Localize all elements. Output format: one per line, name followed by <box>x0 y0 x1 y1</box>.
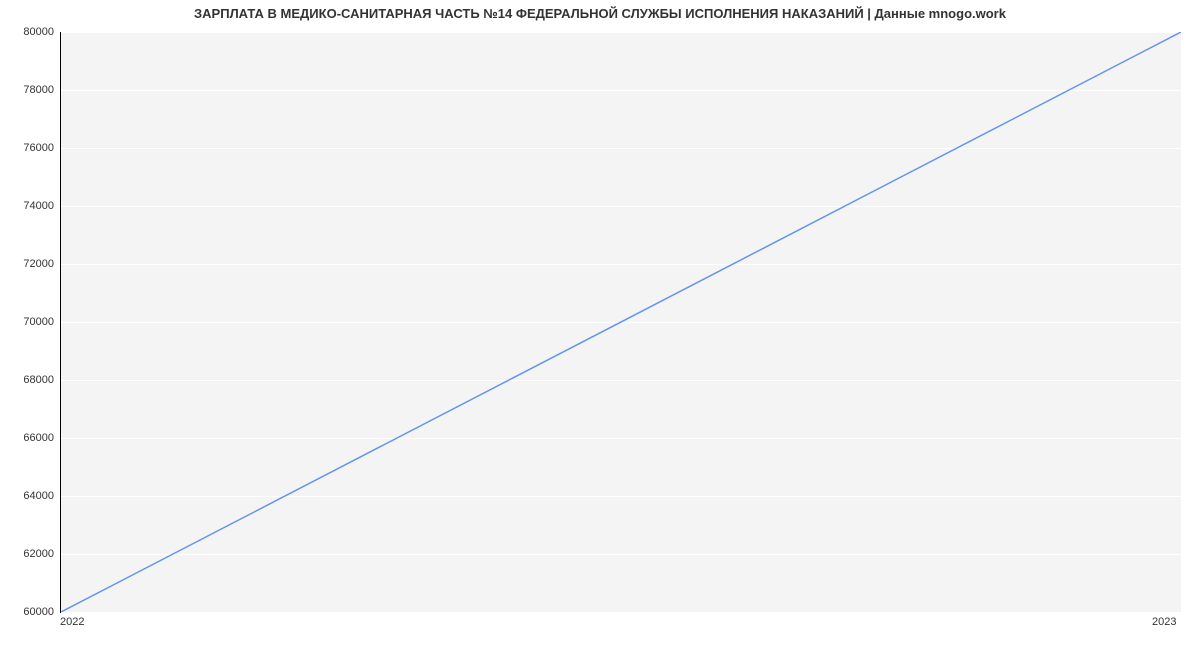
ytick-label: 76000 <box>4 142 54 154</box>
gridline <box>61 32 1181 33</box>
xtick-label: 2022 <box>60 616 84 628</box>
gridline <box>61 206 1181 207</box>
gridline <box>61 496 1181 497</box>
gridline <box>61 380 1181 381</box>
ytick-label: 64000 <box>4 490 54 502</box>
gridline <box>61 438 1181 439</box>
ytick-label: 70000 <box>4 316 54 328</box>
ytick-label: 60000 <box>4 606 54 618</box>
ytick-label: 80000 <box>4 26 54 38</box>
ytick-label: 68000 <box>4 374 54 386</box>
plot-area <box>60 32 1181 613</box>
chart-container: ЗАРПЛАТА В МЕДИКО-САНИТАРНАЯ ЧАСТЬ №14 Ф… <box>0 0 1200 650</box>
gridline <box>61 612 1181 613</box>
gridline <box>61 554 1181 555</box>
gridline <box>61 264 1181 265</box>
ytick-label: 74000 <box>4 200 54 212</box>
chart-title: ЗАРПЛАТА В МЕДИКО-САНИТАРНАЯ ЧАСТЬ №14 Ф… <box>0 6 1200 21</box>
ytick-label: 72000 <box>4 258 54 270</box>
xtick-label: 2023 <box>1152 616 1176 628</box>
gridline <box>61 90 1181 91</box>
gridline <box>61 322 1181 323</box>
ytick-label: 62000 <box>4 548 54 560</box>
gridline <box>61 148 1181 149</box>
ytick-label: 78000 <box>4 84 54 96</box>
ytick-label: 66000 <box>4 432 54 444</box>
